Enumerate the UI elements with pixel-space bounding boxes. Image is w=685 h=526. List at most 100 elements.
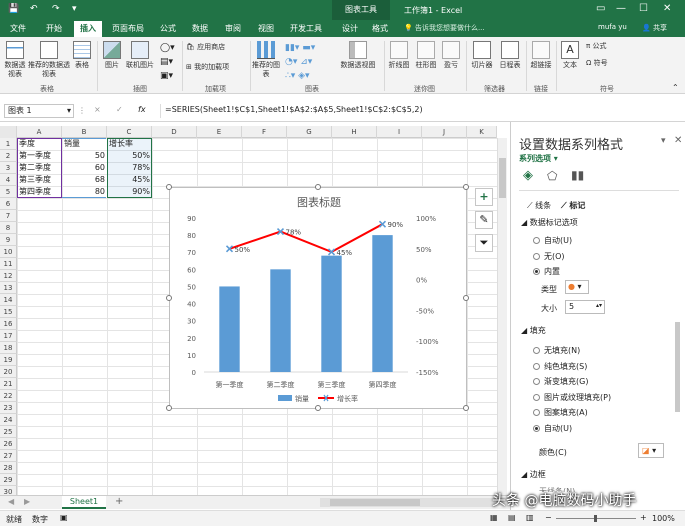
column-header[interactable]: H [332, 126, 377, 138]
cell-a3[interactable]: 第二季度 [19, 162, 51, 174]
radio-marker-builtin[interactable] [533, 268, 540, 275]
name-box-dropdown-icon[interactable]: ▾ [67, 105, 71, 117]
pane-scrollbar[interactable] [675, 322, 680, 412]
share-button[interactable]: 👤 共享 [642, 23, 667, 33]
resize-handle[interactable] [166, 295, 172, 301]
symbol-button[interactable]: Ω 符号 [586, 59, 608, 68]
radio-picture-fill[interactable] [533, 394, 540, 401]
radio-pattern-fill[interactable] [533, 409, 540, 416]
cell-c5[interactable]: 90% [107, 186, 150, 198]
hyperlink-button[interactable]: 超链接 [528, 41, 554, 70]
column-header[interactable]: B [62, 126, 107, 138]
pane-close-icon[interactable]: ✕ [674, 135, 682, 146]
cell-b3[interactable]: 60 [62, 162, 105, 174]
tab-page-layout[interactable]: 页面布局 [112, 23, 144, 34]
user-name[interactable]: mufa yu [598, 23, 627, 31]
row-header[interactable]: 9 [0, 234, 17, 246]
zoom-level[interactable]: 100% [652, 514, 675, 523]
minimize-icon[interactable]: — [616, 3, 626, 14]
tab-design[interactable]: 设计 [342, 23, 358, 34]
fill-line-icon[interactable]: ◈ [523, 168, 533, 183]
tab-home[interactable]: 开始 [46, 23, 62, 34]
tab-insert[interactable]: 插入 [74, 21, 102, 37]
recommended-pivot-button[interactable]: 推荐的数据透视表 [28, 41, 70, 79]
resize-handle[interactable] [315, 405, 321, 411]
row-header[interactable]: 20 [0, 366, 17, 378]
row-header[interactable]: 21 [0, 378, 17, 390]
radio-solid-fill[interactable] [533, 363, 540, 370]
row-header[interactable]: 16 [0, 318, 17, 330]
next-sheet-icon[interactable]: ▶ [24, 497, 30, 506]
row-header[interactable]: 5 [0, 186, 17, 198]
smartart-icon[interactable]: ▤▾ [160, 57, 173, 67]
cancel-icon[interactable]: × [94, 105, 101, 114]
tab-formulas[interactable]: 公式 [160, 23, 176, 34]
prev-sheet-icon[interactable]: ◀ [8, 497, 14, 506]
border-section[interactable]: ◢ 边框 [521, 469, 546, 480]
pivot-chart-button[interactable]: 数据透视图 [340, 41, 376, 70]
cell-a1[interactable]: 季度 [19, 138, 35, 150]
chart-object[interactable]: 图表标题 0 10 20 30 40 50 60 70 80 90 -150% -100% -50% 0% 5… [166, 184, 469, 411]
sheet-tab[interactable]: Sheet1 [62, 496, 106, 509]
marker-size-input[interactable]: 5 ▴▾ [565, 300, 605, 314]
column-header[interactable]: I [377, 126, 422, 138]
pictures-button[interactable]: 图片 [101, 41, 123, 70]
row-header[interactable]: 7 [0, 210, 17, 222]
fill-color-picker[interactable]: ◪ ▾ [638, 443, 664, 458]
sparkline-column-button[interactable]: 柱形图 [413, 41, 439, 70]
sparkline-winloss-button[interactable]: 盈亏 [440, 41, 462, 70]
column-header[interactable]: F [242, 126, 287, 138]
row-header[interactable]: 18 [0, 342, 17, 354]
column-header[interactable]: C [107, 126, 152, 138]
row-header[interactable]: 11 [0, 258, 17, 270]
resize-handle[interactable] [166, 184, 172, 190]
collapse-ribbon-icon[interactable]: ⌃ [672, 83, 679, 92]
combo-chart[interactable]: 图表标题 0 10 20 30 40 50 60 70 80 90 -150% -100% -50% 0% 5… [170, 188, 468, 410]
column-header[interactable]: D [152, 126, 197, 138]
cell-a5[interactable]: 第四季度 [19, 186, 51, 198]
tab-format[interactable]: 格式 [372, 23, 388, 34]
row-header[interactable]: 4 [0, 174, 17, 186]
radio-auto-fill[interactable] [533, 425, 540, 432]
text-button[interactable]: A 文本 [560, 41, 580, 70]
equation-button[interactable]: π 公式 [586, 42, 606, 51]
name-box[interactable]: 图表 1 ▾ [4, 104, 74, 118]
maximize-icon[interactable]: ☐ [639, 3, 648, 14]
formula-input[interactable]: =SERIES(Sheet1!$C$1,Sheet1!$A$2:$A$5,She… [160, 104, 680, 118]
horizontal-scroll-thumb[interactable] [330, 499, 420, 506]
tab-view[interactable]: 视图 [258, 23, 274, 34]
series-options-icon[interactable]: ▮▮ [571, 168, 584, 182]
row-header[interactable]: 25 [0, 426, 17, 438]
row-header[interactable]: 22 [0, 390, 17, 402]
page-break-view-icon[interactable]: ▥ [526, 513, 534, 522]
horizontal-scrollbar[interactable] [320, 498, 495, 507]
row-header[interactable]: 26 [0, 438, 17, 450]
column-header[interactable]: J [422, 126, 467, 138]
tab-developer[interactable]: 开发工具 [290, 23, 322, 34]
row-header[interactable]: 29 [0, 474, 17, 486]
zoom-in-icon[interactable]: + [640, 513, 647, 522]
table-button[interactable]: 表格 [72, 41, 92, 70]
pane-tab-line[interactable]: ⟋ 线条 [527, 200, 551, 211]
cell-c3[interactable]: 78% [107, 162, 150, 174]
pane-dropdown-icon[interactable]: ▾ [661, 136, 666, 146]
close-icon[interactable]: ✕ [663, 3, 671, 14]
cell-c4[interactable]: 45% [107, 174, 150, 186]
pivot-table-button[interactable]: 数据透视表 [3, 41, 27, 79]
cell-c2[interactable]: 50% [107, 150, 150, 162]
pie-chart-icon[interactable]: ◔▾ ⊿▾ [285, 57, 312, 67]
cell-a2[interactable]: 第一季度 [19, 150, 51, 162]
cell-a4[interactable]: 第三季度 [19, 174, 51, 186]
row-header[interactable]: 3 [0, 162, 17, 174]
row-header[interactable]: 17 [0, 330, 17, 342]
shapes-icon[interactable]: ◯▾ [160, 43, 175, 53]
radio-marker-none[interactable] [533, 253, 540, 260]
marker-type-select[interactable]: ● ▾ [565, 280, 589, 294]
cell-b2[interactable]: 50 [62, 150, 105, 162]
radio-marker-auto[interactable] [533, 237, 540, 244]
marker-options-section[interactable]: ◢ 数据标记选项 [521, 217, 578, 228]
zoom-slider[interactable] [556, 515, 636, 522]
cell-b1[interactable]: 销量 [64, 138, 80, 150]
cell-b5[interactable]: 80 [62, 186, 105, 198]
growth-line[interactable] [229, 223, 383, 253]
